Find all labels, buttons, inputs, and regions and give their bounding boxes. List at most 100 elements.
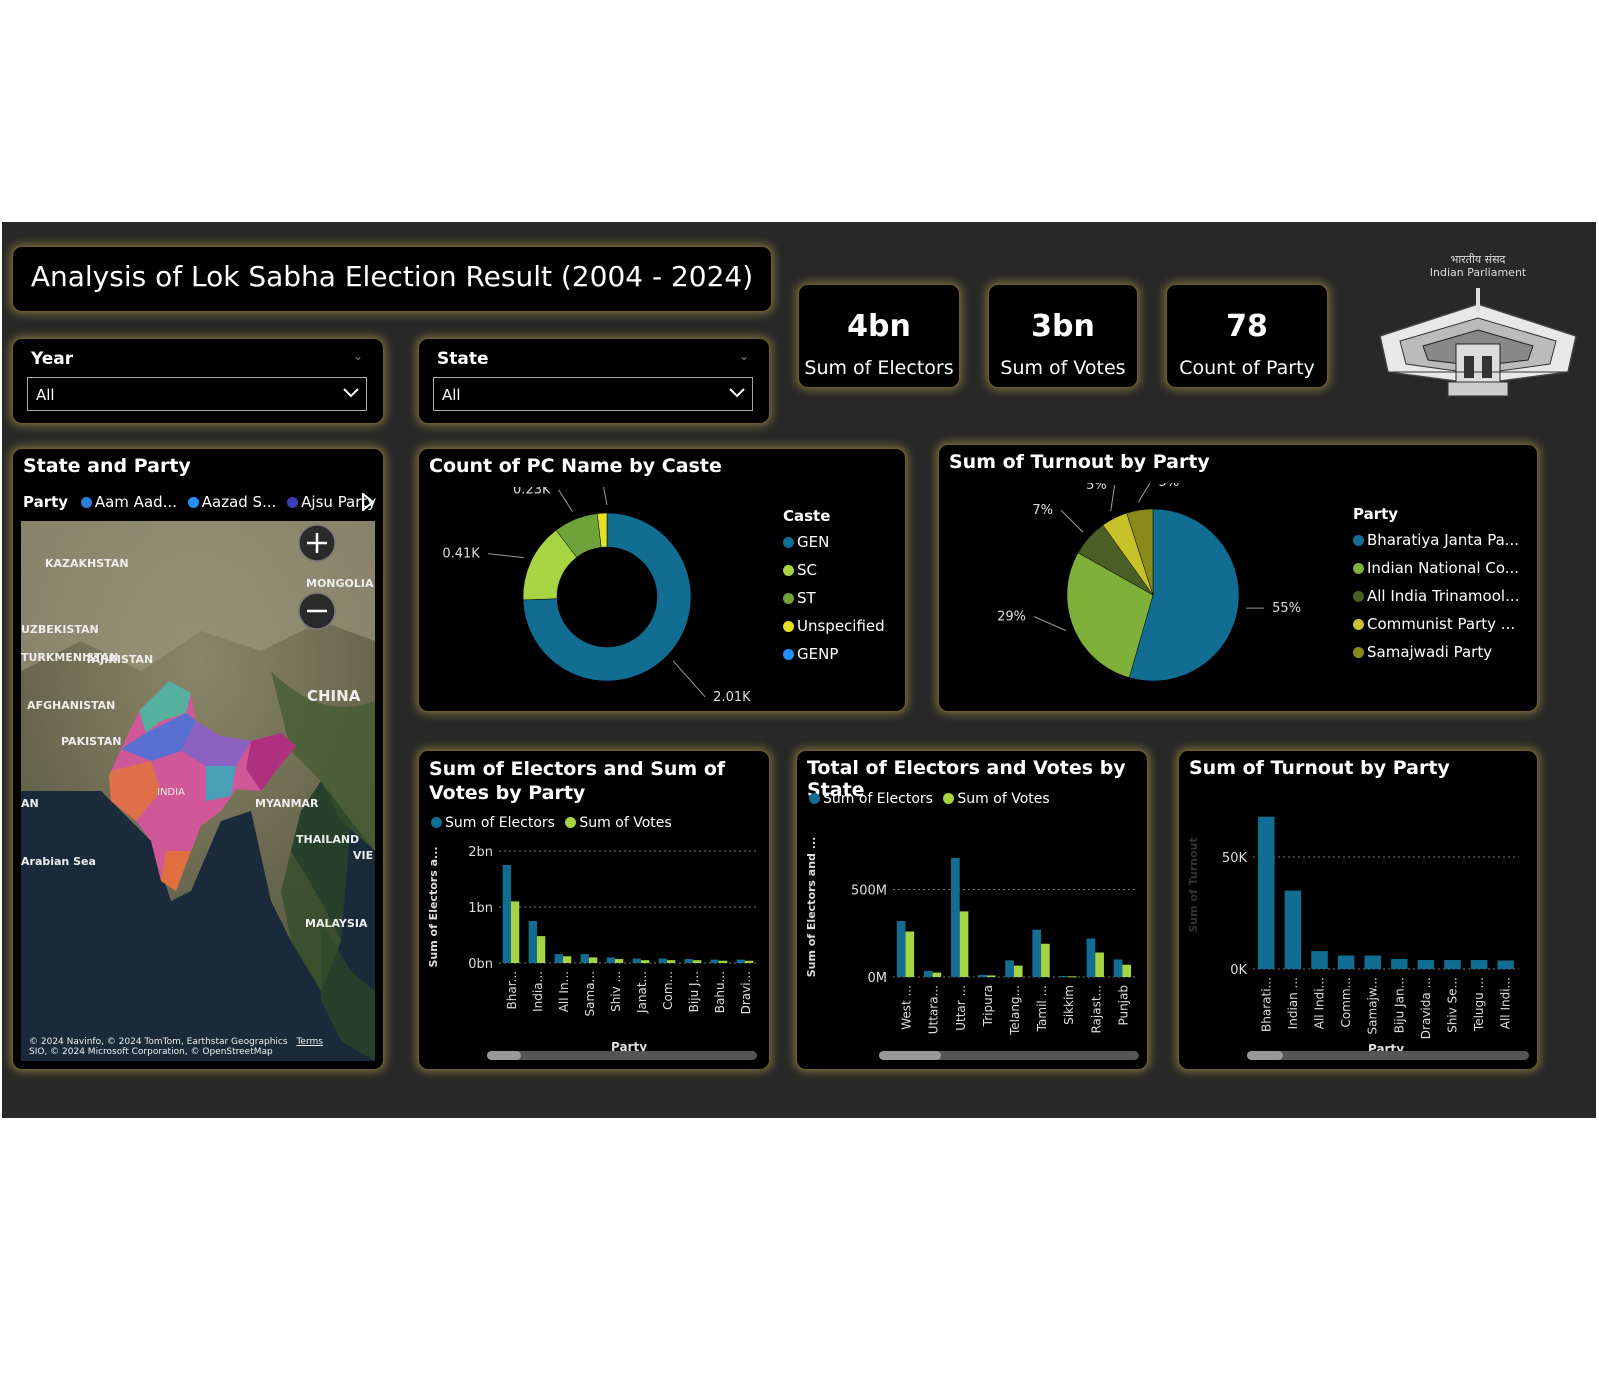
map-view[interactable]: KAZAKHSTAN MONGOLIA UZBEKISTAN TURKMENIS…	[21, 521, 375, 1061]
legend-item-label: Aazad S...	[201, 493, 277, 511]
x-tick-label: Uttar ...	[954, 985, 968, 1031]
donut-legend: Caste GEN SC ST Unspecified GENP	[783, 507, 885, 673]
x-tick-label: West ...	[900, 985, 914, 1030]
legend-item-label: Communist Party ...	[1367, 615, 1516, 633]
x-tick-label: Sikkim	[1062, 985, 1076, 1025]
y-tick-label: 1bn	[468, 901, 493, 916]
state-dropdown[interactable]: All	[433, 377, 753, 411]
logo-english-text: Indian Parliament	[1429, 266, 1527, 279]
x-tick-label: Uttara...	[927, 985, 941, 1034]
y-tick-label: 0K	[1230, 963, 1247, 978]
turnout-party-bar-card: Sum of Turnout by Party 0K 50K Bharati... I…	[1178, 750, 1538, 1070]
x-tick-label: Dravi...	[739, 971, 753, 1014]
chart-legend: Sum of Electors Sum of Votes	[809, 791, 1050, 807]
scrollbar-thumb[interactable]	[879, 1051, 941, 1060]
legend-item[interactable]: GEN	[783, 533, 885, 551]
horizontal-scrollbar[interactable]	[1247, 1051, 1529, 1060]
chevron-down-icon[interactable]	[728, 383, 746, 401]
legend-item[interactable]: Aam Aad...	[80, 493, 177, 511]
scrollbar-thumb[interactable]	[487, 1051, 521, 1060]
legend-item-label: Samajwadi Party	[1367, 643, 1493, 661]
legend-item-label: GENP	[797, 645, 839, 663]
legend-item-label: Sum of Electors	[445, 815, 555, 831]
legend-swatch	[783, 621, 794, 632]
x-tick-label: Indian ...	[1286, 977, 1300, 1029]
legend-swatch	[1353, 591, 1364, 602]
x-tick-label: Samajw...	[1366, 977, 1380, 1035]
legend-item[interactable]: Bharatiya Janta Pa...	[1353, 531, 1519, 549]
chart-title: Count of PC Name by Caste	[429, 455, 722, 477]
x-tick-label: Dravida ...	[1419, 977, 1433, 1039]
legend-item[interactable]: ST	[783, 589, 885, 607]
x-tick-label: Biju J...	[687, 971, 701, 1012]
turnout-pie-card: Sum of Turnout by Party 55% 29% 7% 5% 5% Par…	[938, 444, 1538, 712]
kpi-votes: 3bn Sum of Votes	[988, 284, 1138, 388]
leader-line	[558, 489, 573, 512]
map-legend: Party Aam Aad... Aazad S... Ajsu Party	[23, 493, 376, 511]
bar	[1417, 960, 1435, 969]
y-axis-label: Sum of Electors a...	[427, 846, 440, 967]
x-tick-label: Janat...	[635, 971, 649, 1014]
legend-item[interactable]: SC	[783, 561, 885, 579]
y-axis-label: Sum of Turnout	[1187, 837, 1200, 932]
legend-swatch	[783, 565, 794, 576]
legend-item[interactable]: Sum of Votes	[943, 791, 1050, 807]
chevron-down-icon[interactable]: ⌄	[353, 349, 363, 363]
legend-item[interactable]: Communist Party ...	[1353, 615, 1519, 633]
bar	[923, 970, 933, 977]
bar	[1470, 960, 1488, 969]
legend-item[interactable]: Unspecified	[783, 617, 885, 635]
kpi-value: 78	[1226, 309, 1268, 344]
legend-swatch	[431, 817, 442, 828]
year-slicer[interactable]: Year ⌄ All	[12, 338, 384, 424]
kpi-label: Sum of Electors	[804, 357, 954, 379]
legend-swatch	[809, 793, 820, 804]
title-card: Analysis of Lok Sabha Election Result (2…	[12, 246, 772, 312]
legend-item-label: Sum of Votes	[579, 815, 672, 831]
state-slicer[interactable]: State ⌄ All	[418, 338, 770, 424]
bar	[658, 958, 667, 963]
legend-item-label: Unspecified	[797, 617, 885, 635]
bar	[580, 954, 589, 963]
attribution-text: © 2024 Navinfo, © 2024 TomTom, Earthstar…	[29, 1037, 288, 1047]
legend-item-label: Aam Aad...	[94, 493, 177, 511]
leader-line	[1110, 484, 1116, 512]
map-legend-label: Party	[23, 493, 69, 511]
horizontal-scrollbar[interactable]	[487, 1051, 757, 1060]
bar	[632, 958, 641, 963]
legend-item[interactable]: Indian National Co...	[1353, 559, 1519, 577]
bar	[1041, 943, 1050, 977]
x-tick-label: Telang...	[1008, 985, 1022, 1036]
map-place-label: THAILAND	[296, 833, 359, 846]
legend-item[interactable]: Samajwadi Party	[1353, 643, 1519, 661]
kpi-label: Sum of Votes	[1000, 357, 1126, 379]
legend-item[interactable]: Aazad S...	[187, 493, 277, 511]
scrollbar-thumb[interactable]	[1247, 1051, 1283, 1060]
bar	[1497, 960, 1514, 969]
data-label: 55%	[1272, 601, 1301, 616]
parliament-logo: भारतीय संसद Indian Parliament	[1368, 252, 1588, 412]
chevron-down-icon[interactable]	[342, 383, 360, 401]
legend-item[interactable]: All India Trinamool...	[1353, 587, 1519, 605]
legend-item[interactable]: GENP	[783, 645, 885, 663]
bar	[959, 911, 969, 977]
bar	[606, 957, 615, 963]
horizontal-scrollbar[interactable]	[879, 1051, 1139, 1060]
chevron-down-icon[interactable]: ⌄	[739, 349, 749, 363]
legend-next-icon[interactable]	[361, 493, 375, 511]
legend-swatch	[1353, 619, 1364, 630]
data-label: 2.01K	[713, 690, 751, 705]
bar	[554, 954, 563, 963]
legend-item[interactable]: Sum of Electors	[431, 815, 555, 831]
terms-link[interactable]: Terms	[296, 1037, 323, 1047]
legend-item[interactable]: Sum of Electors	[809, 791, 933, 807]
legend-item[interactable]: Sum of Votes	[565, 815, 672, 831]
bar	[1311, 951, 1328, 969]
bar	[502, 865, 511, 963]
x-tick-label: Tripura	[981, 985, 995, 1027]
bar	[528, 921, 537, 963]
bar	[736, 959, 745, 963]
x-tick-label: Comm...	[1339, 977, 1353, 1028]
year-dropdown[interactable]: All	[27, 377, 367, 411]
bar	[614, 959, 624, 963]
